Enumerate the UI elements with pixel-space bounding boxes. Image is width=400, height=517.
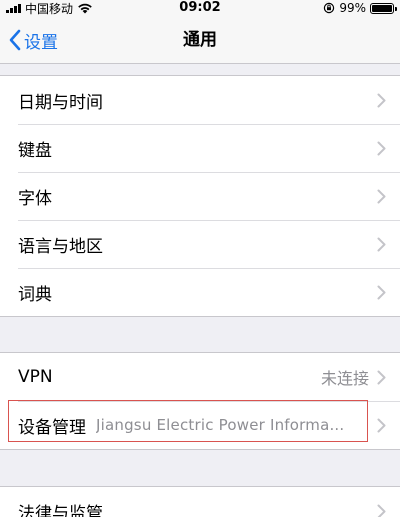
chevron-right-icon: [377, 504, 386, 517]
chevron-right-icon: [377, 285, 386, 299]
row-label: 键盘: [18, 140, 52, 161]
vpn-status-value: 未连接: [320, 369, 369, 388]
back-button[interactable]: 设置: [8, 16, 58, 64]
chevron-left-icon: [9, 29, 21, 51]
row-keyboard[interactable]: 键盘: [0, 124, 400, 172]
row-legal-regulatory[interactable]: 法律与监管: [0, 487, 400, 517]
rotation-lock-icon: [324, 2, 335, 14]
carrier-label: 中国移动: [25, 1, 74, 16]
nav-bar: 设置 通用: [0, 16, 400, 64]
row-language-region[interactable]: 语言与地区: [0, 220, 400, 268]
status-bar: 中国移动 09:02 99%: [0, 0, 400, 16]
status-left: 中国移动: [6, 0, 93, 16]
settings-group-2: VPN 未连接 设备管理 Jiangsu Electric Power Info…: [0, 352, 400, 450]
battery-icon: [370, 2, 397, 14]
row-vpn[interactable]: VPN 未连接: [0, 353, 400, 401]
chevron-right-icon: [377, 237, 386, 251]
status-right: 99%: [323, 0, 397, 16]
device-profile-value: Jiangsu Electric Power Informa...: [96, 416, 345, 434]
settings-general-screen: 中国移动 09:02 99% 设置 通用 日期与时间 键盘 字体 语言与地区 词…: [0, 0, 400, 517]
chevron-right-icon: [377, 93, 386, 107]
battery-percent: 99%: [339, 1, 366, 15]
chevron-right-icon: [377, 189, 386, 203]
row-dictionary[interactable]: 词典: [0, 268, 400, 316]
row-device-management[interactable]: 设备管理 Jiangsu Electric Power Informa...: [0, 401, 400, 449]
chevron-right-icon: [377, 370, 386, 384]
row-fonts[interactable]: 字体: [0, 172, 400, 220]
signal-icon: [6, 3, 21, 13]
row-label: 语言与地区: [18, 236, 103, 257]
row-date-time[interactable]: 日期与时间: [0, 76, 400, 124]
row-label: VPN: [18, 367, 53, 387]
row-label: 词典: [18, 284, 52, 305]
settings-group-3: 法律与监管: [0, 486, 400, 517]
chevron-right-icon: [377, 141, 386, 155]
row-label: 法律与监管: [18, 503, 103, 517]
row-label: 日期与时间: [18, 92, 103, 113]
chevron-right-icon: [377, 418, 386, 432]
wifi-icon: [78, 3, 92, 14]
row-label: 设备管理: [18, 417, 86, 438]
back-label: 设置: [24, 32, 58, 53]
battery-fill: [372, 4, 392, 12]
page-title: 通用: [183, 30, 217, 50]
settings-group-1: 日期与时间 键盘 字体 语言与地区 词典: [0, 75, 400, 317]
row-label: 字体: [18, 188, 52, 209]
